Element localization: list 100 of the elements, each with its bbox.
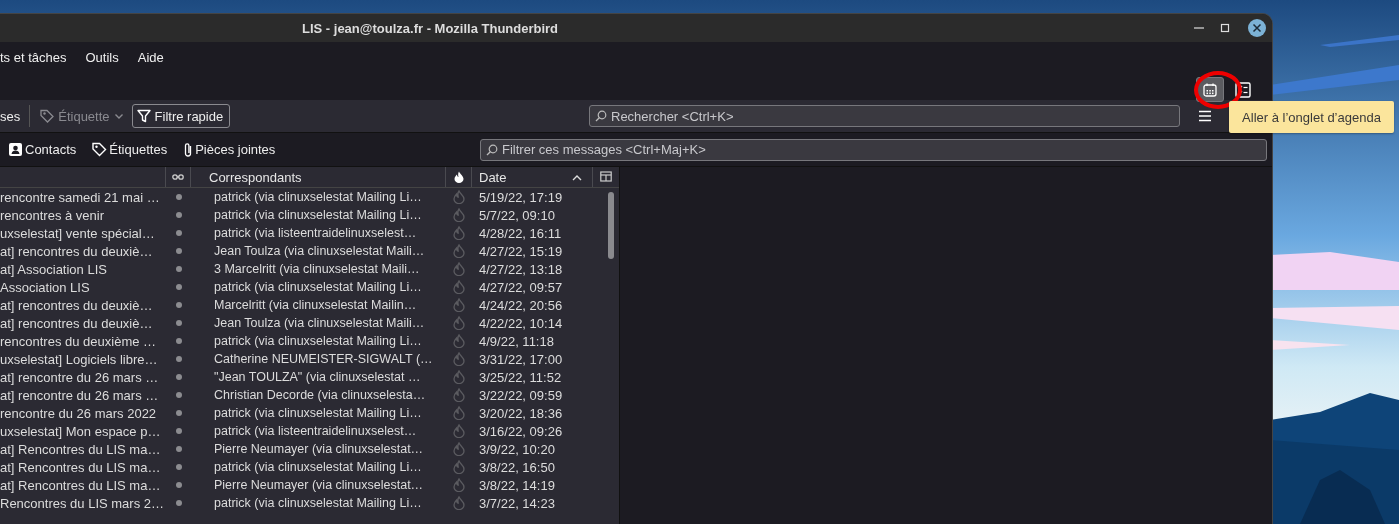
table-cell-text: Catherine NEUMEISTER-SIGWALT (… xyxy=(213,351,434,368)
table-cell-text: 3/20/22, 18:36 xyxy=(478,404,564,422)
table-cell-text: at] rencontres du deuxiè… xyxy=(0,242,154,260)
checklist-icon xyxy=(1235,81,1251,98)
table-cell-text: Pierre Neumayer (via clinuxselestat… xyxy=(213,477,425,494)
flame-icon xyxy=(453,496,465,510)
table-cell-text: uxselestat] vente spécial… xyxy=(0,224,156,242)
flame-icon xyxy=(453,442,465,456)
dot-icon xyxy=(175,266,182,272)
table-cell-text: patrick (via clinuxselestat Mailing Li… xyxy=(213,333,423,350)
column-header[interactable]: Date xyxy=(472,167,593,187)
table-cell-text: 4/27/22, 15:19 xyxy=(478,242,564,260)
table-cell-text: 5/7/22, 09:10 xyxy=(478,206,556,224)
table-cell-text: uxselestat] Logiciels libre… xyxy=(0,350,159,368)
funnel-icon xyxy=(136,109,151,123)
dot-icon xyxy=(175,500,182,506)
table-cell-text: 4/27/22, 13:18 xyxy=(478,260,564,278)
table-cell-text: 3/16/22, 09:26 xyxy=(478,422,564,440)
dot-icon xyxy=(175,410,182,416)
dot-icon xyxy=(175,446,182,452)
dot-icon xyxy=(175,248,182,254)
maximize-icon xyxy=(1220,23,1230,33)
dot-icon xyxy=(175,302,182,308)
flame-icon xyxy=(453,244,465,258)
table-cell-text: at] Rencontres du LIS ma… xyxy=(0,440,162,458)
dot-icon xyxy=(175,230,182,236)
close-icon xyxy=(1252,23,1262,33)
table-cell-text: patrick (via listeentraidelinuxselest… xyxy=(213,423,418,440)
flame-icon xyxy=(453,352,465,366)
table-cell-text: Christian Decorde (via clinuxselesta… xyxy=(213,387,427,404)
search-icon xyxy=(486,143,498,156)
calendar-icon xyxy=(1203,82,1217,97)
table-cell-text: Jean Toulza (via clinuxselestat Maili… xyxy=(213,315,426,332)
flame-icon xyxy=(453,190,465,204)
search-field[interactable]: Rechercher <Ctrl+K> xyxy=(589,105,1180,127)
flame-icon xyxy=(453,334,465,348)
filter-button[interactable]: Pièces jointes xyxy=(183,137,284,162)
minimize-icon xyxy=(1194,27,1204,29)
flame-icon xyxy=(453,316,465,330)
flame-icon xyxy=(453,280,465,294)
close-button[interactable] xyxy=(1248,19,1266,37)
toolbar-label[interactable]: ses xyxy=(0,108,21,124)
table-cell-text: 3 Marcelritt (via clinuxselestat Maili… xyxy=(213,261,421,278)
table-cell-text: rencontre du 26 mars 2022 xyxy=(0,404,158,422)
table-cell-text: 3/31/22, 17:00 xyxy=(478,350,564,368)
menu-item[interactable]: ts et tâches xyxy=(0,50,67,65)
flame-icon xyxy=(453,478,465,492)
table-cell-text: patrick (via clinuxselestat Mailing Li… xyxy=(213,279,423,296)
dot-icon xyxy=(175,320,182,326)
dot-icon xyxy=(175,338,182,344)
scrollbar-thumb[interactable] xyxy=(608,192,614,259)
contact-card-icon xyxy=(8,142,23,157)
dot-icon xyxy=(175,464,182,470)
table-cell-text: "Jean TOULZA" (via clinuxselestat … xyxy=(213,369,422,386)
table-cell-text: 5/19/22, 17:19 xyxy=(478,188,564,206)
table-cell-text: patrick (via listeentraidelinuxselest… xyxy=(213,225,418,242)
table-cell-text: patrick (via clinuxselestat Mailing Li… xyxy=(213,207,423,224)
filter-button[interactable]: Étiquettes xyxy=(92,137,176,162)
flame-icon xyxy=(453,406,465,420)
table-cell-text: 3/25/22, 11:52 xyxy=(478,368,563,386)
menu-item[interactable]: Aide xyxy=(137,50,164,65)
thread-icon xyxy=(172,173,184,181)
table-cell-text: uxselestat] Mon espace p… xyxy=(0,422,162,440)
flame-icon xyxy=(453,262,465,276)
column-header[interactable]: Correspondants xyxy=(191,167,446,187)
table-cell-text: 4/28/22, 16:11 xyxy=(478,224,563,242)
table-cell-text: 3/22/22, 09:59 xyxy=(478,386,564,404)
flame-icon xyxy=(453,388,465,402)
filter-field[interactable]: Filtrer ces messages <Ctrl+Maj+K> xyxy=(480,138,1267,161)
flame-icon xyxy=(453,298,465,312)
table-cell-text: rencontres du deuxième … xyxy=(0,332,158,350)
table-cell-text: 3/7/22, 14:23 xyxy=(478,494,556,512)
table-cell-text: 4/27/22, 09:57 xyxy=(478,278,564,296)
table-cell-text: Jean Toulza (via clinuxselestat Maili… xyxy=(213,243,426,260)
flame-icon xyxy=(453,208,465,222)
table-cell-text: at] rencontres du deuxiè… xyxy=(0,296,154,314)
paperclip-icon xyxy=(183,141,194,158)
table-cell-text: 4/24/22, 20:56 xyxy=(478,296,564,314)
table-cell-text: rencontres à venir xyxy=(0,206,106,224)
table-cell-text: rencontre samedi 21 mai … xyxy=(0,188,161,206)
table-cell-text: at] Rencontres du LIS ma… xyxy=(0,458,162,476)
flame-icon xyxy=(453,460,465,474)
table-cell-text: at] Rencontres du LIS ma… xyxy=(0,476,162,494)
table-cell-text: Pierre Neumayer (via clinuxselestat… xyxy=(213,441,425,458)
flame-icon xyxy=(453,226,465,240)
tag-icon xyxy=(92,142,108,157)
quick-filter-button[interactable]: Filtre rapide xyxy=(131,104,231,128)
search-icon xyxy=(595,110,607,122)
tag-icon xyxy=(40,109,55,123)
tooltip: Aller à l’onglet d’agenda xyxy=(1229,101,1394,133)
dot-icon xyxy=(175,482,182,488)
dot-icon xyxy=(175,374,182,380)
table-cell-text: 4/22/22, 10:14 xyxy=(478,314,564,332)
table-cell-text: at] rencontre du 26 mars … xyxy=(0,368,160,386)
filter-button[interactable]: Contacts xyxy=(8,137,85,162)
menu-item[interactable]: Outils xyxy=(85,50,119,65)
dot-icon xyxy=(175,194,182,200)
flame-icon xyxy=(453,171,464,183)
dot-icon xyxy=(175,284,182,290)
menu-icon xyxy=(1198,110,1212,122)
